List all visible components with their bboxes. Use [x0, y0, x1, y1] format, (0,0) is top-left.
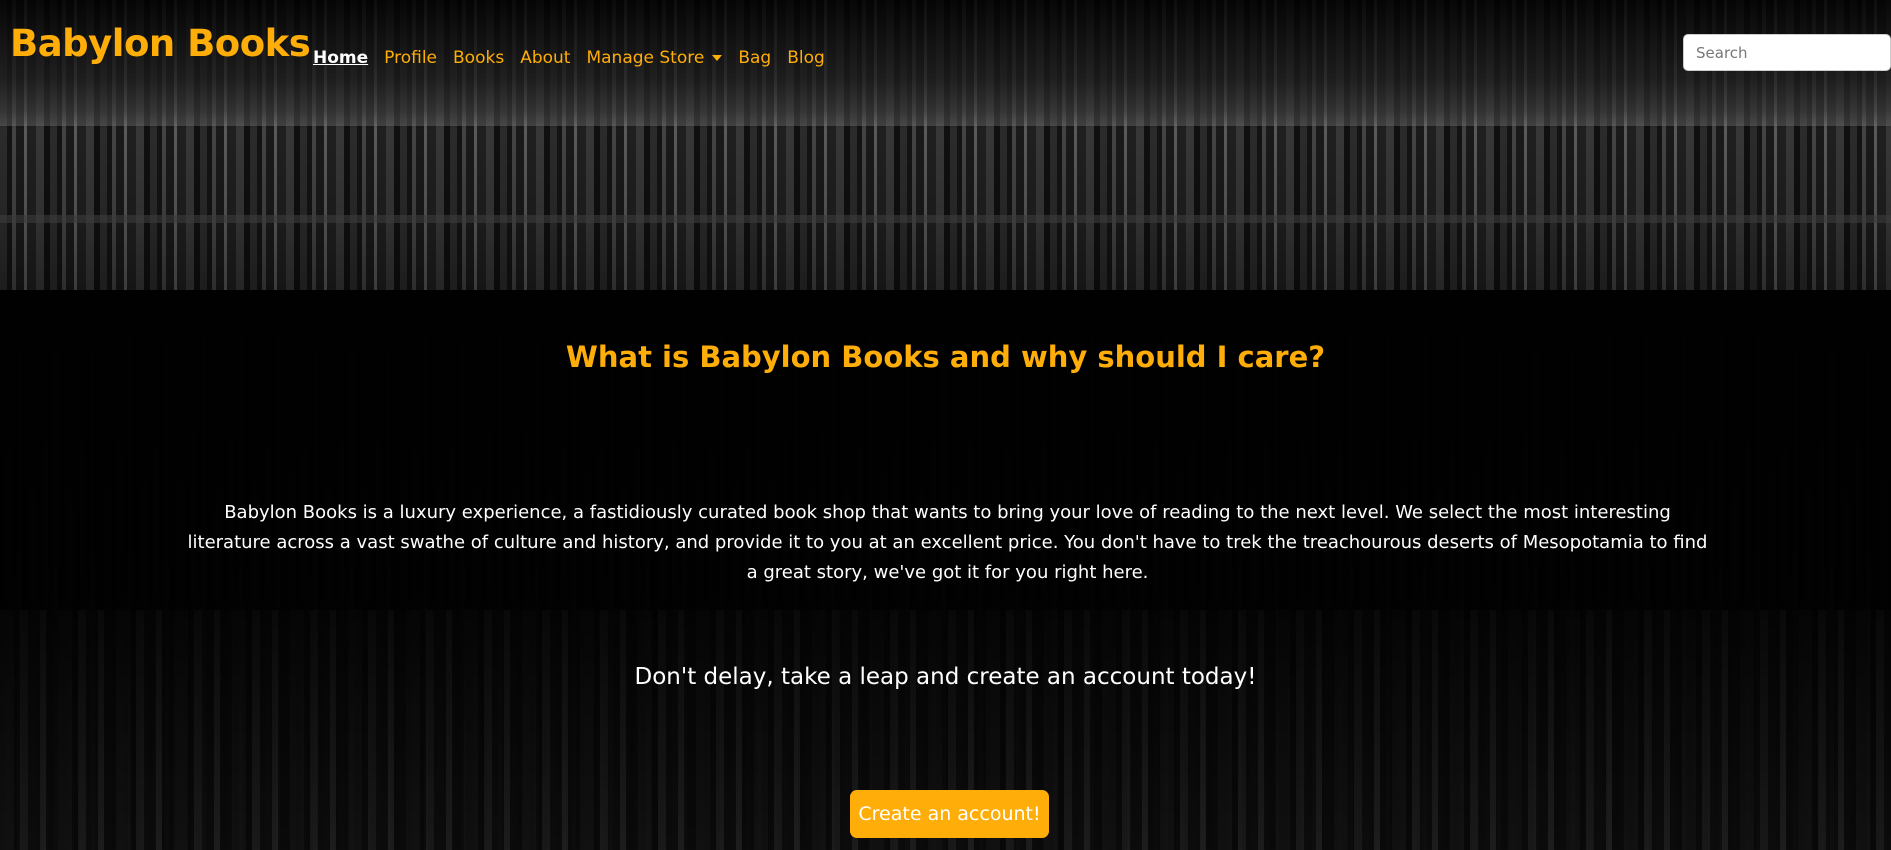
about-text: Babylon Books is a luxury experience, a …	[187, 502, 1708, 583]
nav-link-profile[interactable]: Profile	[384, 48, 437, 68]
create-account-button[interactable]: Create an account!	[850, 790, 1049, 838]
nav-link-home[interactable]: Home	[313, 48, 368, 68]
page-headline: What is Babylon Books and why should I c…	[565, 340, 1326, 374]
nav-item-bag: Bag	[738, 48, 771, 68]
caret-down-icon	[712, 55, 723, 61]
nav-link-about[interactable]: About	[520, 48, 570, 68]
cta-text: Don't delay, take a leap and create an a…	[634, 664, 1257, 690]
nav-item-home: Home	[313, 48, 368, 68]
nav-item-manage-store: Manage Store	[586, 48, 723, 68]
nav-link-manage-store-label: Manage Store	[586, 48, 705, 68]
shelf-divider	[0, 215, 1891, 223]
search-input[interactable]	[1683, 34, 1891, 71]
nav-link-bag[interactable]: Bag	[738, 48, 771, 68]
nav-dropdown-manage-store[interactable]: Manage Store	[586, 48, 723, 68]
nav-link-blog[interactable]: Blog	[787, 48, 825, 68]
nav-item-profile: Profile	[384, 48, 437, 68]
nav-item-blog: Blog	[787, 48, 825, 68]
nav-menu: Home Profile Books About Manage Store Ba…	[313, 48, 841, 68]
nav-item-about: About	[520, 48, 570, 68]
nav-link-books[interactable]: Books	[453, 48, 504, 68]
nav-item-books: Books	[453, 48, 504, 68]
brand-logo[interactable]: Babylon Books	[10, 22, 311, 65]
navbar: Babylon Books Home Profile Books About M…	[0, 0, 1891, 126]
background-bookshelf-image	[0, 0, 1891, 850]
